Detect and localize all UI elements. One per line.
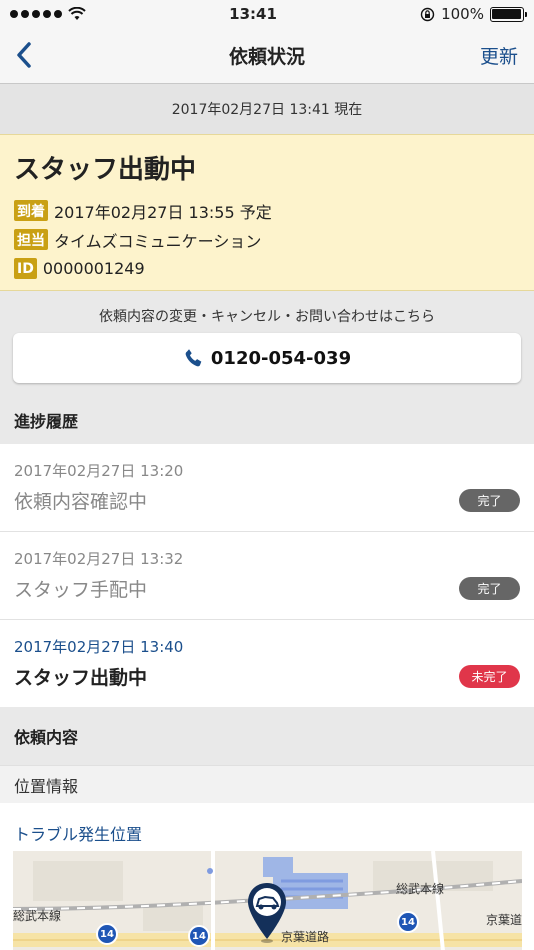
phone-icon	[185, 349, 202, 367]
progress-item: 2017年02月27日 13:32 スタッフ手配中 完了	[0, 532, 534, 620]
route-shield-icon: 14	[397, 911, 419, 933]
signal-area	[10, 7, 86, 21]
current-timestamp: 2017年02月27日 13:41 現在	[0, 84, 534, 134]
request-header: 依頼内容	[0, 707, 534, 765]
progress-item: 2017年02月27日 13:20 依頼内容確認中 完了	[0, 444, 534, 532]
progress-time: 2017年02月27日 13:20	[14, 462, 184, 480]
status-badge: 完了	[459, 577, 520, 600]
map-label-line-right: 総武本線	[396, 882, 445, 896]
signal-strength-icon	[10, 10, 62, 18]
contact-section: 依頼内容の変更・キャンセル・お問い合わせはこちら 0120-054-039	[0, 291, 534, 396]
page-title: 依頼状況	[228, 46, 305, 68]
phone-number: 0120-054-039	[210, 347, 352, 369]
arrival-tag: 到着	[14, 200, 48, 221]
route-number: 14	[401, 916, 415, 928]
trouble-location-link[interactable]: トラブル発生位置	[14, 821, 142, 845]
status-badge-pending: 未完了	[459, 665, 520, 688]
map-pin-car-icon[interactable]	[245, 881, 289, 943]
status-title: スタッフ出動中	[14, 155, 197, 185]
arrival-row: 到着 2017年02月27日 13:55 予定	[14, 196, 520, 225]
route-shield-icon: 14	[96, 923, 118, 945]
location-subheader: 位置情報	[0, 765, 534, 803]
progress-time: 2017年02月27日 13:40	[14, 638, 184, 656]
map-label-road-right: 京葉道	[486, 913, 522, 927]
progress-list: 2017年02月27日 13:20 依頼内容確認中 完了 2017年02月27日…	[0, 444, 534, 707]
call-button[interactable]: 0120-054-039	[13, 333, 521, 383]
staff-value: タイムズコミュニケーション	[54, 231, 262, 251]
location-area: トラブル発生位置 総武本線 総武本線 京葉道路 京葉道 14 14 14	[0, 803, 534, 950]
progress-label: 依頼内容確認中	[14, 491, 148, 513]
battery-percent: 100%	[441, 5, 484, 23]
route-number: 14	[100, 928, 114, 940]
id-value: 0000001249	[42, 259, 145, 278]
battery-icon	[489, 6, 527, 22]
map-label-line-left: 総武本線	[13, 909, 62, 923]
status-time: 13:41	[229, 5, 277, 23]
staff-row: 担当 タイムズコミュニケーション	[14, 225, 520, 254]
status-card: スタッフ出動中 到着 2017年02月27日 13:55 予定 担当 タイムズコ…	[0, 134, 534, 291]
status-bar: 13:41 100%	[0, 0, 534, 28]
id-row: ID 0000001249	[14, 254, 520, 283]
back-chevron-icon[interactable]	[12, 40, 36, 70]
route-shield-icon: 14	[188, 925, 210, 947]
arrival-value: 2017年02月27日 13:55 予定	[54, 202, 272, 222]
navigation-bar: 依頼状況 更新	[0, 28, 534, 84]
progress-label: スタッフ手配中	[14, 579, 148, 601]
id-tag: ID	[14, 258, 37, 279]
orientation-lock-icon	[420, 7, 435, 21]
progress-header: 進捗履歴	[0, 396, 534, 444]
contact-note: 依頼内容の変更・キャンセル・お問い合わせはこちら	[99, 309, 435, 325]
progress-label: スタッフ出動中	[14, 667, 148, 689]
wifi-icon	[68, 7, 86, 20]
progress-time: 2017年02月27日 13:32	[14, 550, 184, 568]
progress-item-current: 2017年02月27日 13:40 スタッフ出動中 未完了	[0, 620, 534, 707]
battery-area: 100%	[420, 5, 527, 23]
refresh-button[interactable]: 更新	[480, 42, 518, 69]
staff-tag: 担当	[14, 229, 48, 250]
route-number: 14	[192, 930, 206, 942]
status-badge: 完了	[459, 489, 520, 512]
map-view[interactable]: 総武本線 総武本線 京葉道路 京葉道 14 14 14	[13, 851, 522, 950]
